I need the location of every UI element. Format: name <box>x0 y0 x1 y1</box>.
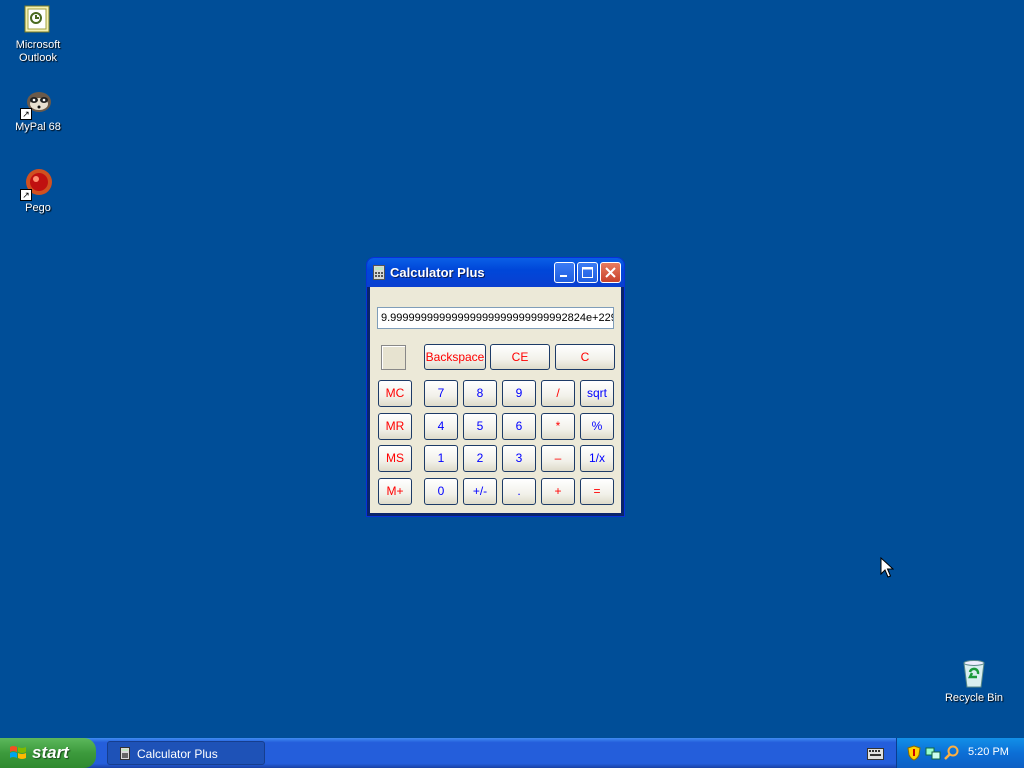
taskbar-item-label: Calculator Plus <box>137 747 218 761</box>
sqrt-button[interactable]: sqrt <box>580 380 614 407</box>
calculator-display[interactable]: 9.99999999999999999999999999992824e+2296… <box>377 307 614 329</box>
reciprocal-button[interactable]: 1/x <box>580 445 614 472</box>
desktop-icon-label: Recycle Bin <box>944 692 1004 704</box>
network-icon[interactable] <box>925 745 941 761</box>
desktop-icon-label: Microsoft <box>15 39 61 51</box>
digit-2-button[interactable]: 2 <box>463 445 497 472</box>
desktop-icon-outlook[interactable]: Microsoft Outlook <box>0 4 76 65</box>
search-icon[interactable] <box>944 745 960 761</box>
ce-button[interactable]: CE <box>490 344 550 370</box>
system-tray: 5:20 PM <box>896 738 1024 768</box>
calculator-body: 9.99999999999999999999999999992824e+2296… <box>370 287 621 513</box>
clear-button[interactable]: C <box>555 344 615 370</box>
decimal-point-button[interactable]: . <box>502 478 536 505</box>
digit-6-button[interactable]: 6 <box>502 413 536 440</box>
desktop-icon-label: Pego <box>25 202 51 214</box>
security-shield-icon[interactable] <box>906 745 922 761</box>
digit-3-button[interactable]: 3 <box>502 445 536 472</box>
calculator-app-icon <box>373 265 385 280</box>
shortcut-arrow-icon: ↗ <box>20 108 32 120</box>
outlook-icon <box>22 4 54 36</box>
title-bar[interactable]: Calculator Plus <box>367 258 624 287</box>
close-icon <box>605 267 616 278</box>
multiply-button[interactable]: * <box>541 413 575 440</box>
digit-4-button[interactable]: 4 <box>424 413 458 440</box>
add-button[interactable]: + <box>541 478 575 505</box>
percent-button[interactable]: % <box>580 413 614 440</box>
equals-button[interactable]: = <box>580 478 614 505</box>
clock[interactable]: 5:20 PM <box>968 746 1009 758</box>
maximize-icon <box>582 267 593 278</box>
windows-logo-icon <box>9 745 27 761</box>
mypal-raccoon-icon: ↗ <box>20 86 54 120</box>
maximize-button[interactable] <box>577 262 598 283</box>
minimize-button[interactable] <box>554 262 575 283</box>
recycle-bin-icon <box>958 657 990 689</box>
start-button[interactable]: start <box>0 738 96 768</box>
digit-0-button[interactable]: 0 <box>424 478 458 505</box>
digit-7-button[interactable]: 7 <box>424 380 458 407</box>
shortcut-arrow-icon: ↗ <box>20 189 32 201</box>
pego-icon: ↗ <box>20 167 54 201</box>
memory-clear-button[interactable]: MC <box>378 380 412 407</box>
digit-5-button[interactable]: 5 <box>463 413 497 440</box>
divide-button[interactable]: / <box>541 380 575 407</box>
keyboard-icon[interactable] <box>867 747 884 760</box>
desktop-icon-pego[interactable]: ↗ Pego <box>0 167 76 215</box>
close-button[interactable] <box>600 262 621 283</box>
sign-toggle-button[interactable]: +/- <box>463 478 497 505</box>
desktop-icon-label: Outlook <box>19 52 57 64</box>
memory-store-button[interactable]: MS <box>378 445 412 472</box>
subtract-button[interactable]: – <box>541 445 575 472</box>
desktop-icon-recycle-bin[interactable]: Recycle Bin <box>936 657 1012 705</box>
digit-9-button[interactable]: 9 <box>502 380 536 407</box>
digit-1-button[interactable]: 1 <box>424 445 458 472</box>
digit-8-button[interactable]: 8 <box>463 380 497 407</box>
memory-recall-button[interactable]: MR <box>378 413 412 440</box>
desktop-icon-mypal[interactable]: ↗ MyPal 68 <box>0 86 76 134</box>
memory-indicator <box>381 345 406 370</box>
backspace-button[interactable]: Backspace <box>424 344 486 370</box>
calculator-window[interactable]: Calculator Plus 9.9999999999999999999999… <box>367 258 624 516</box>
minimize-icon <box>560 275 567 277</box>
taskbar: start Calculator Plus 5:20 PM <box>0 738 1024 768</box>
taskbar-item-calculator-plus[interactable]: Calculator Plus <box>107 741 265 765</box>
start-label: start <box>32 743 69 762</box>
memory-add-button[interactable]: M+ <box>378 478 412 505</box>
window-title: Calculator Plus <box>390 265 485 280</box>
calculator-app-icon <box>120 747 130 760</box>
desktop-icon-label: MyPal 68 <box>15 121 61 133</box>
mouse-cursor-icon <box>880 556 895 579</box>
